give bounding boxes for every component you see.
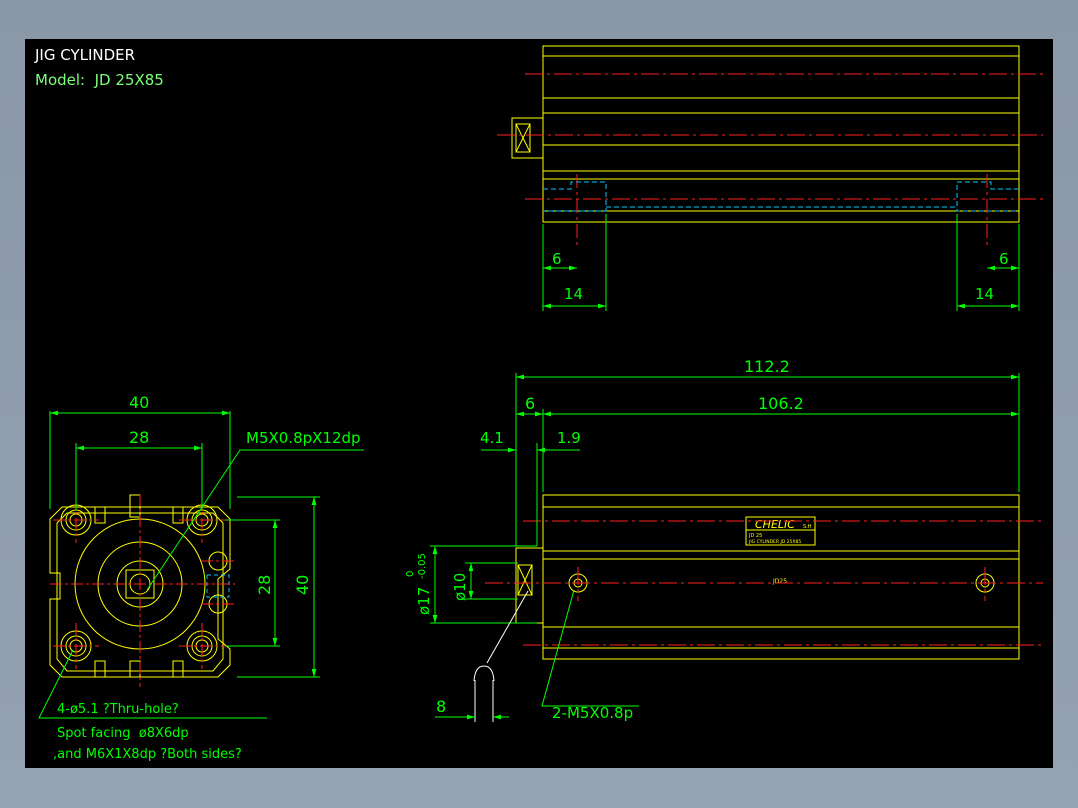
port-callout: 2-M5X0.8p <box>552 704 633 722</box>
bore-mark: JD25 <box>772 578 787 585</box>
dim-top-left-6: 6 <box>552 250 562 268</box>
dim-rod-inner: ø10 <box>451 573 469 601</box>
dim-rod-tol-upper: 0 <box>405 571 416 577</box>
end-view: 40 28 28 40 M5X0.8pX12dp 4-ø5.1 ?Thru-ho… <box>38 393 364 762</box>
label-line1: JD 25 <box>748 533 762 539</box>
dim-end-height-40: 40 <box>293 575 312 595</box>
hole-note-line2: Spot facing ø8X6dp <box>57 726 189 741</box>
dim-end-height-28: 28 <box>255 575 274 595</box>
dim-top-right-14: 14 <box>975 285 994 303</box>
drawing-canvas[interactable]: JIG CYLINDER Model: JD 25X85 6 14 6 14 4… <box>25 39 1053 768</box>
label-line2: JIG CYLINDER JD 25X85 <box>748 539 801 545</box>
dim-rod-extension: 6 <box>525 394 535 413</box>
cad-drawing: JIG CYLINDER Model: JD 25X85 6 14 6 14 4… <box>34 45 1043 762</box>
side-view: CHELIC S.H JD 25 JIG CYLINDER JD 25X85 J… <box>405 357 1043 722</box>
dim-top-right-6: 6 <box>999 250 1009 268</box>
drawing-model: Model: JD 25X85 <box>35 71 164 89</box>
dim-4-1: 4.1 <box>480 429 504 447</box>
dim-top-left-14: 14 <box>564 285 583 303</box>
dim-total-length: 112.2 <box>744 357 790 376</box>
dim-1-9: 1.9 <box>557 429 581 447</box>
dim-rod-diameter: ø17 <box>415 587 433 615</box>
cad-viewer-window: JIG CYLINDER Model: JD 25X85 6 14 6 14 4… <box>0 0 1078 808</box>
hole-note-line3: ,and M6X1X8dp ?Both sides? <box>53 747 242 762</box>
thread-callout: M5X0.8pX12dp <box>246 429 361 447</box>
dim-end-width-40: 40 <box>129 393 149 412</box>
dim-end-width-28: 28 <box>129 428 149 447</box>
label-suffix: S.H <box>803 524 812 530</box>
top-view: 6 14 6 14 <box>497 45 1043 311</box>
label-brand: CHELIC <box>755 518 795 531</box>
dim-rod-tol-lower: -0.05 <box>417 553 428 579</box>
hole-note-line1: 4-ø5.1 ?Thru-hole? <box>57 702 179 717</box>
dim-body-length: 106.2 <box>758 394 804 413</box>
dim-wrench-flat: 8 <box>436 697 446 716</box>
drawing-title: JIG CYLINDER <box>34 46 135 64</box>
